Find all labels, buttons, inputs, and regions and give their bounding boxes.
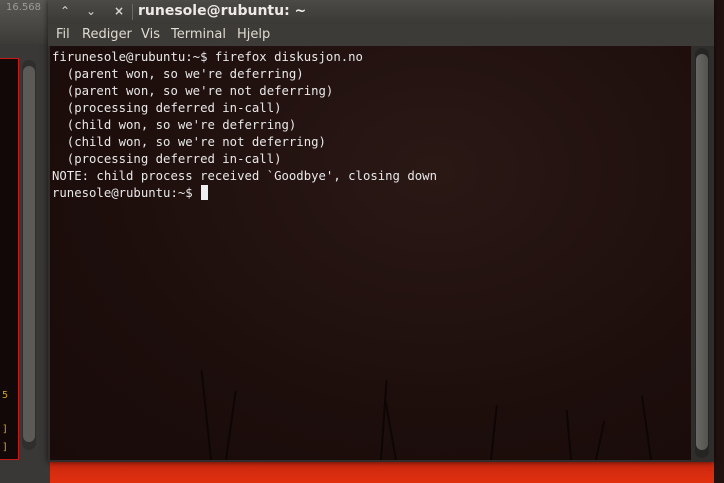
menubar: Fil Rediger Vis Terminal Hjelp xyxy=(48,24,714,46)
scroll-track[interactable] xyxy=(695,48,709,458)
maximize-button[interactable]: ⌄ xyxy=(82,3,100,19)
text-cursor xyxy=(201,185,209,200)
terminal-line: (child won, so we're deferring) xyxy=(52,118,297,132)
menu-hjelp[interactable]: Hjelp xyxy=(237,27,270,42)
wallpaper-grass xyxy=(380,380,388,460)
terminal-line: firunesole@rubuntu:~$ firefox diskusjon.… xyxy=(52,50,363,64)
terminal-line: (processing deferred in-call) xyxy=(52,152,282,166)
wallpaper-grass xyxy=(490,405,498,460)
terminal-window[interactable]: ⌃ ⌄ × runesole@rubuntu: ~ Fil Rediger Vi… xyxy=(48,0,714,462)
close-button[interactable]: × xyxy=(110,3,128,19)
window-titlebar[interactable]: ⌃ ⌄ × runesole@rubuntu: ~ xyxy=(48,0,714,24)
background-mark: 5 xyxy=(2,390,9,401)
menu-terminal[interactable]: Terminal xyxy=(171,27,226,42)
wallpaper-grass xyxy=(384,400,397,460)
terminal-line: (child won, so we're not deferring) xyxy=(52,135,326,149)
wallpaper-grass xyxy=(640,395,652,460)
titlebar-separator xyxy=(132,4,133,20)
background-scroll-thumb[interactable] xyxy=(23,66,35,442)
background-mark: ] xyxy=(2,424,9,435)
scroll-thumb[interactable] xyxy=(696,54,708,450)
menu-fil[interactable]: Fil xyxy=(56,27,70,42)
background-window-text: 16.568 xyxy=(6,2,41,13)
terminal-content[interactable]: firunesole@rubuntu:~$ firefox diskusjon.… xyxy=(50,46,691,460)
minimize-button[interactable]: ⌃ xyxy=(56,3,74,19)
terminal-line: (parent won, so we're deferring) xyxy=(52,67,304,81)
background-scrollbar[interactable] xyxy=(22,60,36,450)
background-mark: ] xyxy=(2,442,9,453)
terminal-prompt-line[interactable]: runesole@rubuntu:~$ xyxy=(52,185,437,202)
wallpaper-grass xyxy=(225,390,237,460)
background-window-titlebar[interactable]: 16.568 xyxy=(0,0,50,44)
window-title: runesole@rubuntu: ~ xyxy=(138,3,307,19)
background-window[interactable]: 16.568 5 ] ] xyxy=(0,0,50,483)
menu-vis[interactable]: Vis xyxy=(141,27,160,42)
wallpaper-grass xyxy=(200,370,212,460)
terminal-line: NOTE: child process received `Goodbye', … xyxy=(52,169,437,183)
terminal-prompt: runesole@rubuntu:~$ xyxy=(52,186,201,200)
wallpaper-grass xyxy=(565,410,572,460)
terminal-line: (processing deferred in-call) xyxy=(52,101,282,115)
desktop-edge xyxy=(714,0,724,483)
terminal-output: firunesole@rubuntu:~$ firefox diskusjon.… xyxy=(52,49,437,202)
menu-rediger[interactable]: Rediger xyxy=(82,27,132,42)
wallpaper-grass xyxy=(595,420,606,460)
terminal-line: (parent won, so we're not deferring) xyxy=(52,84,334,98)
vertical-scrollbar[interactable] xyxy=(693,46,711,460)
